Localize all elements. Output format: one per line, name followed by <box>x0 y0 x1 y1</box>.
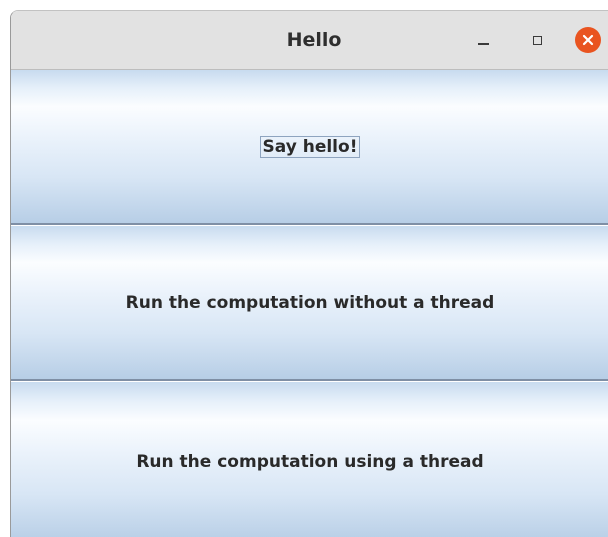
run-with-thread-label: Run the computation using a thread <box>136 452 484 472</box>
button-panel: Say hello! Run the computation without a… <box>11 70 608 537</box>
close-button[interactable] <box>574 26 602 54</box>
say-hello-button[interactable]: Say hello! <box>11 70 608 225</box>
maximize-button[interactable] <box>523 26 551 54</box>
run-with-thread-button[interactable]: Run the computation using a thread <box>11 382 608 537</box>
minimize-button[interactable] <box>469 26 497 54</box>
app-window: Hello Say hello! Run the computation wit… <box>10 10 608 537</box>
run-without-thread-label: Run the computation without a thread <box>125 292 495 313</box>
window-title: Hello <box>286 29 342 51</box>
maximize-icon <box>532 35 542 45</box>
say-hello-label: Say hello! <box>259 135 361 158</box>
close-icon <box>575 27 601 53</box>
title-bar[interactable]: Hello <box>11 11 608 70</box>
run-without-thread-button[interactable]: Run the computation without a thread <box>11 226 608 381</box>
minimize-icon <box>477 43 489 45</box>
